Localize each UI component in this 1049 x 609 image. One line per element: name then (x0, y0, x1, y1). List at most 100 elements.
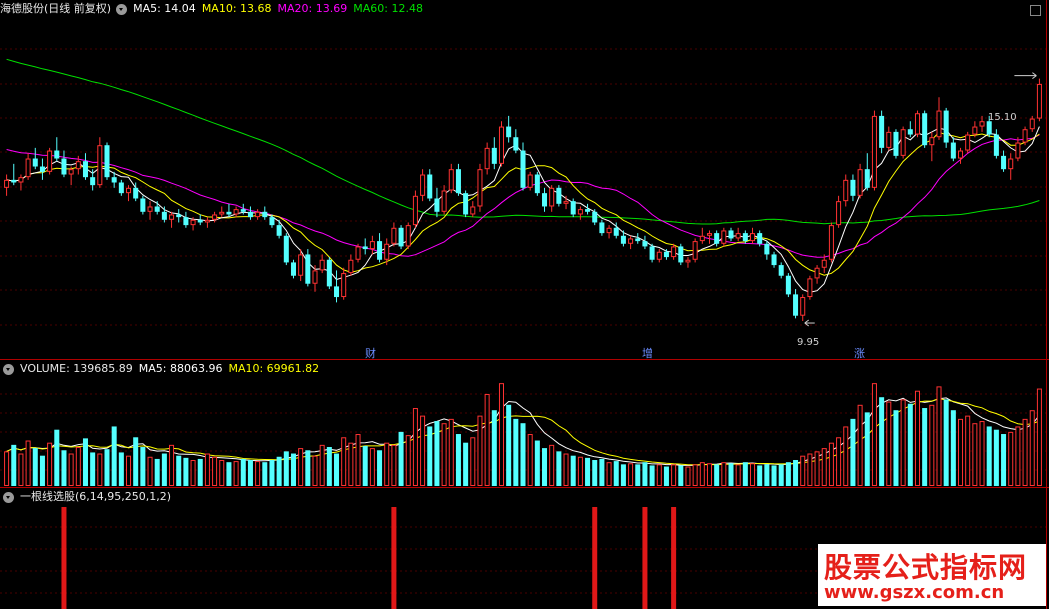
volume-ma10-value: MA10: 69961.82 (228, 362, 320, 375)
candle-body-up (656, 251, 662, 260)
event-marker-zeng[interactable]: 增 (642, 345, 653, 361)
candle-body-down (649, 246, 655, 260)
candle-body-up (628, 238, 634, 244)
volume-bar-down (140, 447, 146, 486)
indicator-toggle-icon[interactable] (3, 491, 14, 503)
volume-bar-up (692, 464, 698, 486)
volume-bar-down (663, 466, 669, 486)
maximize-icon[interactable] (1030, 5, 1041, 16)
volume-bar-up (628, 463, 634, 486)
candle-body-down (11, 179, 17, 183)
volume-bar-down (513, 418, 519, 486)
volume-bar-down (950, 410, 956, 486)
candle-body-down (757, 233, 763, 244)
volume-bars[interactable] (4, 383, 1042, 487)
candle-body-down (290, 262, 296, 276)
volume-bar-down (943, 399, 949, 486)
volume-bar-up (355, 434, 361, 487)
volume-bar-down (592, 460, 598, 486)
candle-body-up (706, 233, 712, 236)
volume-bar-up (606, 462, 612, 486)
candle-body-down (334, 286, 340, 298)
candle-body-down (620, 235, 626, 244)
candle-body-down (599, 222, 605, 234)
event-marker-cai[interactable]: 财 (365, 345, 376, 361)
volume-bar-up (18, 453, 24, 487)
price-candles[interactable] (4, 78, 1042, 322)
volume-bar-down (993, 429, 999, 486)
candle-body-down (240, 209, 246, 212)
volume-bar-up (341, 437, 347, 487)
event-marker-zhang[interactable]: 涨 (854, 345, 865, 361)
candle-body-up (807, 278, 813, 298)
volume-bar-down (542, 448, 548, 486)
candle-body-down (226, 211, 232, 215)
candle-body-up (1015, 142, 1021, 159)
indicator-panel-header: 一根线选股(6,14,95,250,1,2) (0, 489, 177, 505)
candle-body-up (871, 115, 877, 188)
candle-body-up (448, 169, 454, 191)
volume-bar-down (326, 447, 332, 486)
volume-bar-up (420, 415, 426, 486)
candle-body-up (857, 169, 863, 196)
volume-bar-up (75, 447, 81, 486)
volume-bar-up (298, 448, 304, 486)
stock-title: 海德股份(日线 前复权) (0, 2, 112, 15)
volume-bar-down (793, 460, 799, 486)
candle-body-up (298, 254, 304, 276)
watermark-title: 股票公式指标网 (824, 551, 1028, 584)
volume-bar-up (68, 453, 74, 487)
candle-body-up (979, 121, 985, 127)
volume-bar-down (764, 464, 770, 486)
candle-body-down (893, 131, 899, 156)
candle-body-up (692, 241, 698, 260)
candle-body-down (82, 161, 88, 178)
candle-body-up (255, 211, 261, 218)
candle-body-down (993, 134, 999, 156)
candle-body-down (764, 243, 770, 255)
signal-bar (61, 507, 67, 609)
candle-body-up (886, 131, 892, 148)
candle-body-up (735, 233, 741, 239)
volume-bar-up (384, 442, 390, 487)
candle-body-down (491, 147, 497, 164)
candle-body-up (18, 177, 24, 183)
candle-body-up (312, 270, 318, 284)
volume-bar-down (642, 462, 648, 486)
volume-bar-down (455, 434, 461, 486)
candle-body-down (520, 150, 526, 188)
candle-body-up (384, 243, 390, 260)
volume-bar-down (54, 429, 60, 486)
volume-bar-down (570, 455, 576, 486)
volume-toggle-icon[interactable] (3, 363, 14, 375)
candle-body-up (341, 273, 347, 298)
candle-body-up (914, 113, 920, 135)
candle-body-up (441, 190, 447, 212)
candle-body-down (133, 187, 139, 199)
candle-body-down (613, 227, 619, 236)
candle-body-down (197, 219, 203, 223)
candle-body-down (592, 211, 598, 223)
candle-body-down (39, 166, 45, 172)
collapse-toggle-icon[interactable] (116, 3, 128, 15)
volume-bar-up (735, 464, 741, 486)
candle-body-down (434, 198, 440, 212)
volume-bar-up (412, 408, 418, 486)
candle-body-up (836, 201, 842, 226)
volume-bar-down (197, 458, 203, 486)
candle-body-down (398, 227, 404, 247)
candle-body-down (61, 158, 67, 175)
volume-bar-up (348, 442, 354, 487)
candle-body-up (549, 187, 555, 207)
price-markers (804, 72, 1037, 327)
candle-body-down (663, 251, 669, 258)
volume-bar-down (154, 458, 160, 486)
volume-bar-up (671, 464, 677, 486)
candle-body-down (54, 150, 60, 159)
candle-body-down (793, 294, 799, 316)
candle-body-up (97, 145, 103, 186)
candle-body-up (126, 187, 132, 194)
candle-body-up (936, 110, 942, 138)
kline-chart[interactable] (0, 0, 1049, 609)
ma10-value: MA10: 13.68 (201, 2, 272, 15)
